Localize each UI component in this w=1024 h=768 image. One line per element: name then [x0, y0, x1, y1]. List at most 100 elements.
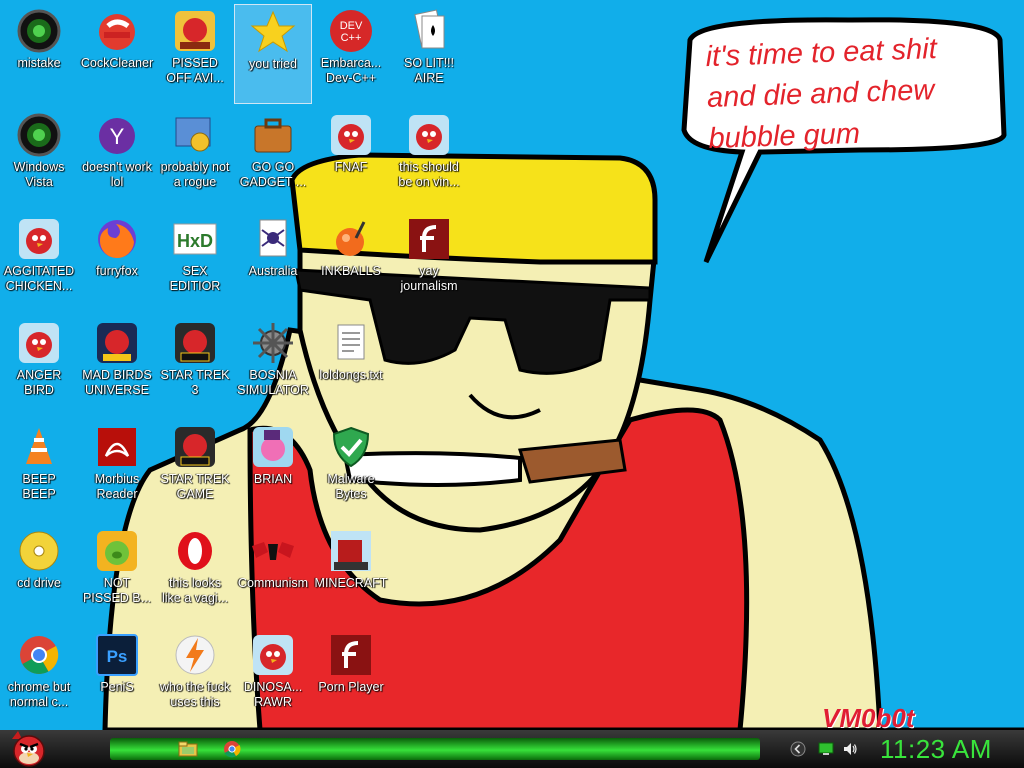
speech-bubble-text: it's time to eat shit and die and chew b…	[705, 33, 938, 156]
volume-icon[interactable]	[842, 741, 858, 757]
green-orb-icon	[16, 8, 62, 54]
explorer-folder-icon[interactable]	[176, 738, 200, 760]
desktop-icon[interactable]: this looks like a vagi...	[156, 524, 234, 624]
desktop-icon-label: you tried	[249, 57, 297, 71]
avast-icon	[172, 632, 218, 678]
green-orb-icon	[16, 112, 62, 158]
desktop-icon-label: who the fuck uses this	[159, 680, 231, 709]
desktop-icon[interactable]: this should be on vin...	[390, 108, 468, 208]
desktop-icon[interactable]: Porn Player	[312, 628, 390, 728]
desktop-icon-label: ANGER BIRD	[16, 368, 62, 397]
desktop-icon[interactable]: DINOSA... RAWR	[234, 628, 312, 728]
svg-text:C++: C++	[341, 32, 362, 44]
desktop-icon[interactable]: probably not a rogue	[156, 108, 234, 208]
photoshop-icon: Ps	[94, 632, 140, 678]
taskbar-green-band	[110, 738, 760, 760]
briefcase-icon	[250, 112, 296, 158]
desktop-icon[interactable]: STAR TREK GAME	[156, 420, 234, 520]
angry-birds-star-wars-icon	[172, 424, 218, 470]
desktop-icon[interactable]: BEEP BEEP	[0, 420, 78, 520]
desktop-icon-label: Porn Player	[318, 680, 384, 694]
desktop-icon[interactable]: mistake	[0, 4, 78, 104]
desktop-icon[interactable]: MAD BIRDS UNIVERSE	[78, 316, 156, 416]
start-button[interactable]	[4, 727, 54, 767]
desktop-icon[interactable]: Ydoesn't work lol	[78, 108, 156, 208]
ccleaner-icon	[94, 8, 140, 54]
desktop-icon[interactable]: cd drive	[0, 524, 78, 624]
desktop-icon[interactable]: BRIAN	[234, 420, 312, 520]
taskbar-clock[interactable]: 11:23 AM	[880, 733, 1010, 765]
desktop-icon[interactable]: Windows Vista	[0, 108, 78, 208]
desktop-icon[interactable]: INKBALLS	[312, 212, 390, 312]
angry-bird-icon	[328, 112, 374, 158]
desktop-icon-label: chrome but normal c...	[7, 680, 71, 709]
spider-solitaire-icon	[250, 216, 296, 262]
desktop-icon-label: BRIAN	[253, 472, 293, 486]
desktop-icon[interactable]: MINECRAFT	[312, 524, 390, 624]
desktop-icon-label: PeniS	[100, 680, 134, 694]
angry-bird-icon	[16, 320, 62, 366]
desktop-icon[interactable]: Malware Bytes	[312, 420, 390, 520]
desktop-icon-label: this looks like a vagi...	[161, 576, 228, 605]
angry-bird-start-icon	[12, 731, 45, 767]
mine-icon	[250, 320, 296, 366]
desktop-icon[interactable]: PISSED OFF AVI...	[156, 4, 234, 104]
desktop-icon-label: loldongs.txt	[319, 368, 383, 382]
flash-icon	[406, 216, 452, 262]
desktop-icon[interactable]: SO LIT!!! AIRE	[390, 4, 468, 104]
svg-text:HxD: HxD	[177, 231, 213, 251]
desktop-icon-label: CockCleaner	[80, 56, 154, 70]
hammer-sickle-icon	[250, 528, 296, 574]
desktop-icon-label: STAR TREK GAME	[160, 472, 230, 501]
chrome-taskbar-icon[interactable]	[220, 738, 244, 760]
desktop-icon[interactable]: loldongs.txt	[312, 316, 390, 416]
desktop-icon-label: INKBALLS	[321, 264, 381, 278]
firefox-icon	[94, 216, 140, 262]
desktop-icon[interactable]: chrome but normal c...	[0, 628, 78, 728]
desktop-icon-label: AGGITATED CHICKEN...	[3, 264, 75, 293]
desktop-icon[interactable]: yay journalism	[390, 212, 468, 312]
angry-birds-seasons-icon	[172, 8, 218, 54]
chevron-icon[interactable]	[790, 741, 806, 757]
desktop-icon-label: Morbius Reader	[94, 472, 140, 501]
desktop-icon[interactable]: Morbius Reader	[78, 420, 156, 520]
system-tray	[780, 733, 890, 765]
desktop-icon-label: Communism	[237, 576, 309, 590]
desktop-icon[interactable]: FNAF	[312, 108, 390, 208]
desktop-icon-label: SO LIT!!! AIRE	[403, 56, 454, 85]
desktop-icon-label: furryfox	[96, 264, 138, 278]
desktop-icon[interactable]: AGGITATED CHICKEN...	[0, 212, 78, 312]
desktop-icon[interactable]: you tried	[234, 4, 312, 104]
desktop-icon[interactable]: NOT PISSED B...	[78, 524, 156, 624]
desktop-icon-label: NOT PISSED B...	[82, 576, 152, 605]
desktop-icon[interactable]: CockCleaner	[78, 4, 156, 104]
chrome-icon	[16, 632, 62, 678]
angry-bird-icon	[16, 216, 62, 262]
desktop-icon[interactable]: ANGER BIRD	[0, 316, 78, 416]
text-document-icon	[328, 320, 374, 366]
desktop-icon-label: Australia	[248, 264, 298, 278]
desktop-icon[interactable]: HxD SEX EDITIOR	[156, 212, 234, 312]
desktop-icon-label: BEEP BEEP	[22, 472, 56, 501]
desktop-icon[interactable]: GO GO GADGET ...	[234, 108, 312, 208]
desktop-icon[interactable]: BOSNIA SIMULATOR	[234, 316, 312, 416]
desktop-icon-label: yay journalism	[400, 264, 458, 293]
desktop-icon-label: MAD BIRDS UNIVERSE	[82, 368, 152, 397]
desktop-icon[interactable]: DEV C++ Embarca... Dev-C++	[312, 4, 390, 104]
desktop-icon[interactable]: who the fuck uses this	[156, 628, 234, 728]
desktop-icon-label: Malware Bytes	[327, 472, 375, 501]
desktop-icon[interactable]: STAR TREK 3	[156, 316, 234, 416]
svg-text:Y: Y	[110, 124, 125, 149]
solitaire-cards-icon	[406, 8, 452, 54]
desktop-icon[interactable]: Ps PeniS	[78, 628, 156, 728]
pdf-reader-icon	[94, 424, 140, 470]
dev-cpp-icon: DEV C++	[328, 8, 374, 54]
desktop-icon[interactable]: furryfox	[78, 212, 156, 312]
desktop-icon[interactable]: Australia	[234, 212, 312, 312]
desktop-icon[interactable]: Communism	[234, 524, 312, 624]
desktop-icon-label: PISSED OFF AVI...	[166, 56, 224, 85]
desktop-icon-label: MINECRAFT	[314, 576, 388, 590]
desktop-icon-label: mistake	[17, 56, 61, 70]
network-icon[interactable]	[818, 741, 834, 757]
desktop-icon-label: doesn't work lol	[82, 160, 152, 189]
